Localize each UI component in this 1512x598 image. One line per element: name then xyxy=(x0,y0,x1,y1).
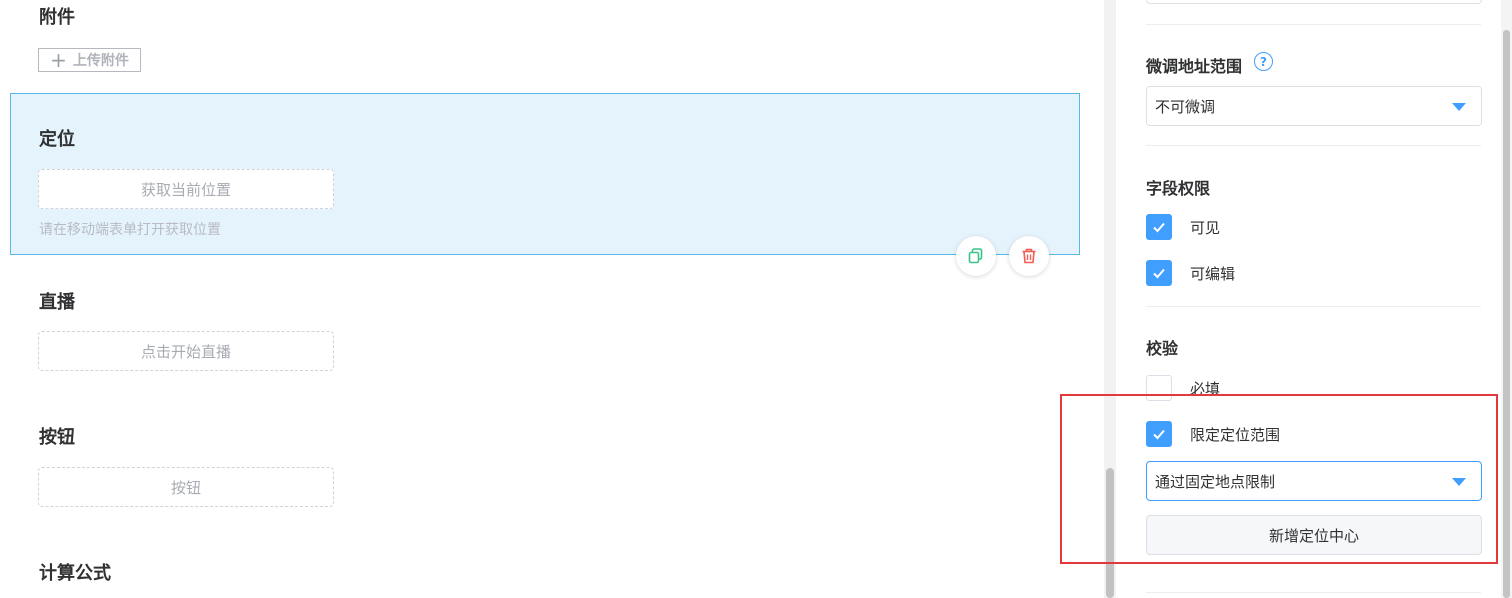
location-hint-text: 请在移动端表单打开获取位置 xyxy=(39,222,221,238)
divider xyxy=(1146,145,1481,146)
attachment-field-label: 附件 xyxy=(39,7,75,28)
limit-method-select-value: 通过固定地点限制 xyxy=(1155,472,1276,491)
limit-range-label: 限定定位范围 xyxy=(1190,425,1281,444)
check-icon xyxy=(1153,222,1165,233)
previous-select[interactable] xyxy=(1146,0,1482,4)
limit-method-select[interactable]: 通过固定地点限制 xyxy=(1146,461,1482,501)
adjust-range-select[interactable]: 不可微调 xyxy=(1146,86,1482,126)
delete-field-button[interactable] xyxy=(1009,236,1049,276)
permissions-title: 字段权限 xyxy=(1146,179,1211,198)
formula-field-label: 计算公式 xyxy=(39,563,111,584)
check-icon xyxy=(1153,429,1165,440)
caret-down-icon xyxy=(1452,478,1466,486)
editable-checkbox-row[interactable]: 可编辑 xyxy=(1146,260,1235,286)
form-canvas: 附件 + 上传附件 定位 获取当前位置 请在移动端表单打开获取位置 直播 点击开… xyxy=(0,0,1104,598)
required-checkbox[interactable] xyxy=(1146,375,1172,401)
limit-range-checkbox-row[interactable]: 限定定位范围 xyxy=(1146,421,1280,447)
panel-scrollbar-thumb[interactable] xyxy=(1503,30,1510,598)
adjust-range-title: 微调地址范围 xyxy=(1146,57,1243,76)
caret-down-icon xyxy=(1452,103,1466,111)
required-checkbox-row[interactable]: 必填 xyxy=(1146,375,1220,401)
plus-icon: + xyxy=(50,48,67,72)
visible-label: 可见 xyxy=(1190,218,1221,237)
live-field-label: 直播 xyxy=(39,292,75,313)
upload-attachment-label: 上传附件 xyxy=(72,53,129,69)
editable-label: 可编辑 xyxy=(1190,264,1236,283)
editable-checkbox[interactable] xyxy=(1146,260,1172,286)
divider xyxy=(1146,24,1481,25)
visible-checkbox[interactable] xyxy=(1146,214,1172,240)
visible-checkbox-row[interactable]: 可见 xyxy=(1146,214,1220,240)
validation-title: 校验 xyxy=(1146,339,1179,358)
button-field-button[interactable]: 按钮 xyxy=(38,467,334,507)
get-location-button[interactable]: 获取当前位置 xyxy=(38,169,334,209)
start-live-button[interactable]: 点击开始直播 xyxy=(38,331,334,371)
limit-range-checkbox[interactable] xyxy=(1146,421,1172,447)
copy-icon xyxy=(968,248,983,264)
divider xyxy=(1146,592,1481,593)
required-label: 必填 xyxy=(1190,379,1221,398)
upload-attachment-button[interactable]: + 上传附件 xyxy=(38,48,141,72)
copy-field-button[interactable] xyxy=(956,236,996,276)
button-field-label: 按钮 xyxy=(39,427,75,448)
adjust-range-select-value: 不可微调 xyxy=(1155,97,1216,116)
trash-icon xyxy=(1022,248,1036,264)
check-icon xyxy=(1153,268,1165,279)
add-location-center-button[interactable]: 新增定位中心 xyxy=(1146,515,1482,555)
canvas-scrollbar-thumb[interactable] xyxy=(1106,468,1114,598)
question-circle-icon[interactable]: ? xyxy=(1254,52,1273,71)
location-field-label: 定位 xyxy=(39,129,75,150)
divider xyxy=(1146,306,1481,307)
